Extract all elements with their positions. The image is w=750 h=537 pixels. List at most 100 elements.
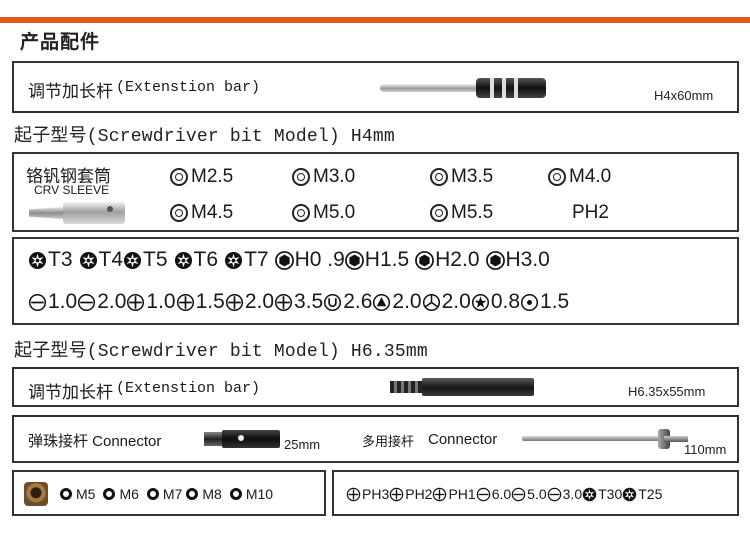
bit-item: T6 bbox=[174, 248, 218, 272]
phillips-icon bbox=[274, 293, 293, 311]
phillips-icon bbox=[176, 293, 194, 311]
bit-item: 6.0 bbox=[476, 486, 511, 502]
spring-connector-label: 弹珠接杆 Connector bbox=[28, 433, 162, 450]
extension-bar-label-en: (Extenstion bar) bbox=[116, 380, 261, 397]
bit-item: T3 bbox=[28, 248, 73, 272]
bit-item: 1.5 bbox=[520, 290, 569, 314]
crv-size-item: PH2 bbox=[572, 202, 609, 223]
extension-bar-label: 调节加长杆 bbox=[28, 82, 113, 101]
extension-bar-label: 调节加长杆 bbox=[28, 383, 113, 402]
pentalobe-icon bbox=[471, 293, 489, 311]
bit-item: T25 bbox=[622, 486, 662, 502]
bit-item: 3.5 bbox=[274, 290, 323, 314]
socket-icon bbox=[430, 168, 448, 186]
hex-icon bbox=[485, 250, 505, 270]
torx-icon bbox=[79, 251, 97, 269]
section-heading-h4: 起子型号(Screwdriver bit Model) H4mm bbox=[14, 127, 395, 147]
crv-size-item: M5.5 bbox=[430, 202, 493, 224]
socket-icon bbox=[430, 204, 448, 222]
triangle-icon bbox=[373, 293, 391, 311]
bit-item: 2.0 bbox=[372, 290, 422, 314]
bit-item: 2.0 bbox=[225, 290, 274, 314]
bit-item: 2.0 bbox=[77, 290, 126, 314]
phillips-icon bbox=[389, 487, 404, 501]
bit-item: 1.0 bbox=[28, 290, 77, 314]
slotted-icon bbox=[547, 487, 561, 501]
connectors-panel: 弹珠接杆 Connector 25mm 多用接杆 Connector 110mm bbox=[12, 415, 739, 463]
socket-sizes-row: M5 M6 M7 M8 M10 bbox=[52, 486, 273, 502]
bit-item: T7 bbox=[224, 248, 269, 272]
bits-h4-row1: T3 T4 T5 T6 T7 H0 .9 H1.5 H2.0 H3.0 bbox=[28, 248, 550, 272]
bit-item: T30 bbox=[582, 486, 622, 502]
bit-item: H3.0 bbox=[485, 248, 550, 272]
socket-icon bbox=[60, 488, 72, 500]
phillips-icon bbox=[346, 487, 361, 501]
socket-size-item: M5 bbox=[52, 486, 95, 502]
socket-icon bbox=[292, 204, 310, 222]
socket-icon bbox=[170, 168, 188, 186]
socket-size-item: M6 bbox=[95, 486, 139, 502]
bit-item: PH1 bbox=[432, 486, 476, 502]
socket-image bbox=[24, 482, 48, 506]
crv-size-item: M5.0 bbox=[292, 202, 355, 224]
socket-icon bbox=[103, 488, 116, 500]
bit-item: 5.0 bbox=[511, 486, 547, 502]
bit-item: PH3 bbox=[346, 486, 389, 502]
socket-icon bbox=[186, 488, 199, 500]
socket-size-item: M8 bbox=[182, 486, 222, 502]
slotted-icon bbox=[476, 487, 490, 501]
bits-h4-panel: T3 T4 T5 T6 T7 H0 .9 H1.5 H2.0 H3.0 1.0 … bbox=[12, 237, 739, 325]
spring-connector-dimension: 25mm bbox=[284, 437, 321, 452]
extension-bar-dimension: H6.35x55mm bbox=[628, 384, 706, 399]
spring-connector-image bbox=[204, 430, 282, 448]
phillips-icon bbox=[127, 293, 145, 311]
bit-item: 2.0 bbox=[422, 290, 471, 314]
hex-icon bbox=[344, 250, 364, 270]
bit-item: 3.0 bbox=[547, 486, 582, 502]
crv-size-item: M3.0 bbox=[292, 166, 355, 188]
hex-icon bbox=[415, 250, 435, 270]
extension-bar-dimension: H4x60mm bbox=[654, 88, 714, 103]
bits-h635-row: PH3 PH2 PH1 6.0 5.0 3.0 T30 T25 bbox=[346, 486, 662, 502]
y-type-icon bbox=[422, 293, 440, 311]
socket-icon bbox=[146, 488, 159, 500]
bits-h4-row2: 1.0 2.0 1.0 1.5 2.0 3.5 2.6 2.0 2.0 0.8 … bbox=[28, 290, 569, 314]
socket-size-item: M7 bbox=[139, 486, 182, 502]
torx-icon bbox=[123, 251, 142, 269]
multi-connector-dimension: 110mm bbox=[684, 442, 727, 457]
slotted-icon bbox=[78, 293, 96, 311]
socket-size-item: M10 bbox=[222, 486, 273, 502]
page-title: 产品配件 bbox=[20, 32, 101, 53]
multi-connector-label: 多用接杆 bbox=[362, 434, 415, 449]
bit-item: H2.0 bbox=[415, 248, 480, 272]
bit-item: 2.6 bbox=[323, 290, 372, 314]
crv-sleeve-panel: 铬钒钢套筒 CRV SLEEVE M2.5 M3.0 M3.5 M4.0 M4.… bbox=[12, 152, 739, 232]
crv-size-item: M3.5 bbox=[430, 166, 493, 188]
bit-item: H0 .9 bbox=[274, 248, 345, 272]
u-type-icon bbox=[324, 293, 342, 311]
extension-bar-label-en: (Extenstion bar) bbox=[116, 79, 261, 96]
sockets-panel: M5 M6 M7 M8 M10 bbox=[12, 470, 326, 516]
crv-sleeve-image bbox=[29, 202, 129, 224]
extension-bar-h635-panel: 调节加长杆 (Extenstion bar) H6.35x55mm bbox=[12, 367, 739, 407]
extension-bar-image bbox=[390, 377, 534, 397]
bit-item: T5 bbox=[123, 248, 168, 272]
multi-connector-image bbox=[522, 423, 692, 453]
torx-icon bbox=[225, 251, 243, 269]
crv-size-item: M4.0 bbox=[548, 166, 611, 188]
section-heading-h635: 起子型号(Screwdriver bit Model) H6.35mm bbox=[14, 342, 428, 362]
extension-bar-image bbox=[380, 77, 548, 99]
torx-icon bbox=[174, 251, 192, 269]
crv-sleeve-label-en: CRV SLEEVE bbox=[34, 183, 110, 197]
bits-h635-panel: PH3 PH2 PH1 6.0 5.0 3.0 T30 T25 bbox=[332, 470, 739, 516]
torx-icon bbox=[582, 487, 597, 501]
hex-icon bbox=[274, 250, 294, 270]
bit-item: 1.5 bbox=[176, 290, 225, 314]
slotted-icon bbox=[28, 293, 47, 311]
socket-icon bbox=[229, 488, 242, 500]
bit-item: H1.5 bbox=[344, 248, 409, 272]
bit-item: T4 bbox=[79, 248, 123, 272]
multi-connector-label-en: Connector bbox=[428, 431, 498, 448]
extension-bar-h4-panel: 调节加长杆 (Extenstion bar) H4x60mm bbox=[12, 61, 739, 113]
top-accent-bar bbox=[0, 0, 750, 23]
